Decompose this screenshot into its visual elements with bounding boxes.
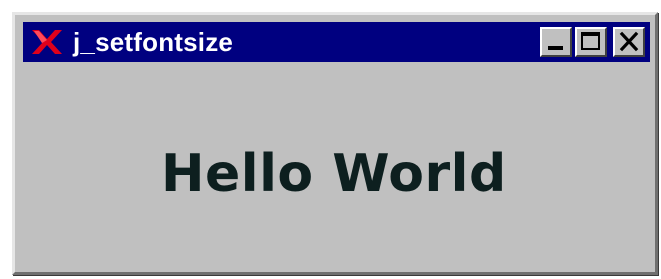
x-logo-icon[interactable]: [30, 28, 64, 56]
title-bar[interactable]: j_setfontsize: [23, 22, 650, 62]
close-button[interactable]: [613, 27, 645, 57]
minimize-button[interactable]: [540, 27, 572, 57]
app-window: j_setfontsize Hello World: [12, 12, 658, 275]
client-area: Hello World: [23, 67, 650, 266]
hello-world-label: Hello World: [161, 144, 507, 204]
maximize-button[interactable]: [575, 27, 607, 57]
window-title: j_setfontsize: [73, 27, 234, 57]
maximize-icon: [581, 32, 600, 50]
close-icon: [619, 31, 639, 52]
minimize-icon: [548, 46, 563, 50]
